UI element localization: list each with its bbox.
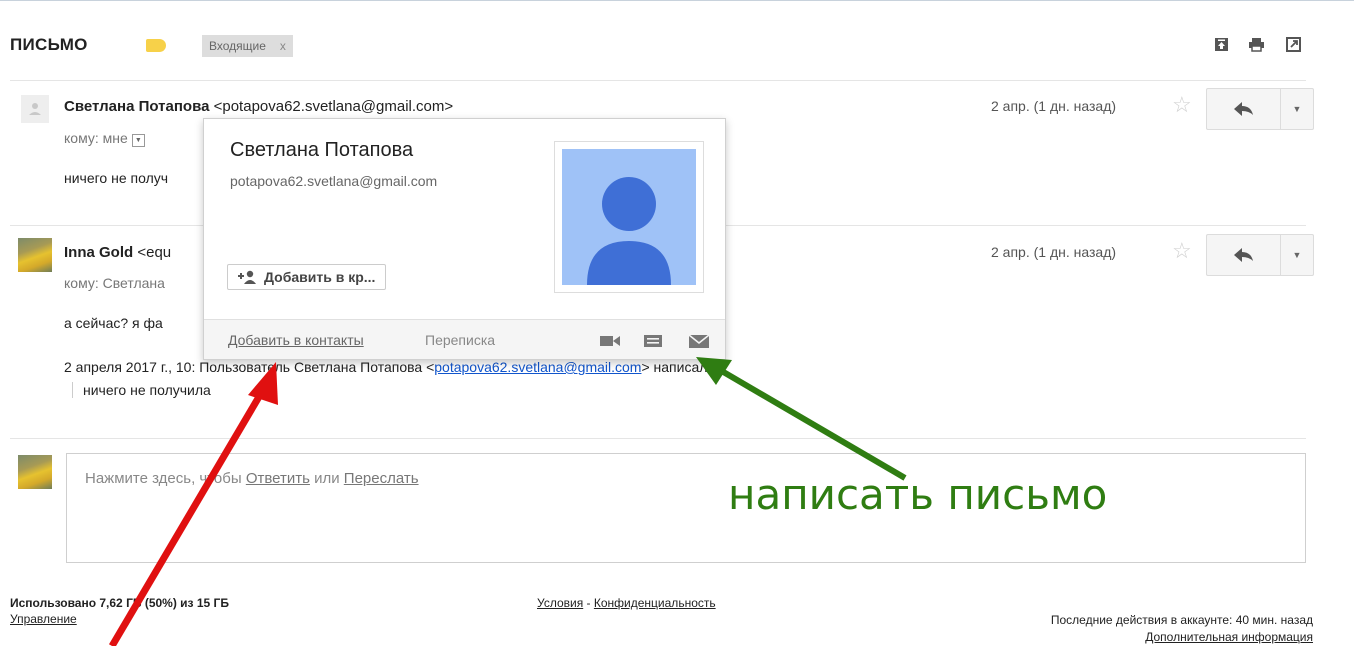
add-to-circles-label: Добавить в кр...	[264, 269, 376, 285]
email-subject: ПИСЬМО	[10, 35, 88, 54]
quote-header-post: > написал:	[641, 359, 712, 375]
email-icon[interactable]	[688, 333, 710, 349]
details-link[interactable]: Дополнительная информация	[1145, 630, 1313, 644]
footer-dash: -	[583, 596, 594, 610]
quote-header: 2 апреля 2017 г., 10: Пользователь Светл…	[64, 359, 711, 375]
contact-card: Светлана Потапова potapova62.svetlana@gm…	[203, 118, 726, 360]
conversation-link[interactable]: Переписка	[425, 332, 495, 348]
contact-name: Светлана Потапова	[230, 139, 414, 161]
person-silhouette-icon	[587, 177, 671, 285]
sender-photo[interactable]	[18, 238, 52, 272]
more-actions-button[interactable]: ▼	[1281, 89, 1313, 129]
add-to-contacts-link[interactable]: Добавить в контакты	[228, 332, 364, 348]
reply-button[interactable]	[1207, 89, 1281, 129]
sender-avatar[interactable]	[21, 95, 49, 123]
inbox-label-chip[interactable]: Входящие x	[202, 35, 293, 57]
contact-email: potapova62.svetlana@gmail.com	[230, 173, 438, 189]
add-person-icon	[238, 270, 256, 284]
remove-label-button[interactable]: x	[280, 39, 286, 53]
reply-icon	[1233, 102, 1253, 116]
message2-reply-group: ▼	[1206, 234, 1314, 276]
message2-sender-email: <equ	[137, 244, 172, 261]
message1-recipients[interactable]: кому: мне ▼	[64, 130, 145, 147]
inbox-label-text: Входящие	[209, 39, 266, 53]
last-activity: Последние действия в аккаунте: 40 мин. н…	[1050, 613, 1313, 627]
label-tag-icon[interactable]	[146, 39, 166, 52]
privacy-link[interactable]: Конфиденциальность	[594, 596, 716, 610]
quoted-text: ничего не получила	[72, 382, 211, 398]
archive-icon[interactable]	[1214, 37, 1229, 52]
print-icon[interactable]	[1249, 37, 1264, 52]
message2-date: 2 апр. (1 дн. назад)	[991, 244, 1117, 260]
message2-body: а сейчас? я фа	[64, 315, 163, 331]
contact-card-footer: Добавить в контакты Переписка	[204, 319, 725, 359]
manage-storage-link[interactable]: Управление	[10, 612, 77, 626]
more-actions-button[interactable]: ▼	[1281, 235, 1313, 275]
star-icon[interactable]: ☆	[1172, 92, 1192, 118]
quote-header-pre: 2 апреля 2017 г., 10: Пользователь Светл…	[64, 359, 435, 375]
message1-body: ничего не получ	[64, 170, 169, 186]
reply-icon	[1233, 248, 1253, 262]
reply-prompt-prefix: Нажмите здесь, чтобы	[85, 470, 246, 487]
message2-recipients[interactable]: кому: Светлана	[64, 275, 165, 291]
top-border	[0, 0, 1354, 1]
header-divider	[10, 80, 1306, 81]
new-window-icon[interactable]	[1286, 37, 1301, 52]
message1-sender[interactable]: Светлана Потапова <potapova62.svetlana@g…	[64, 98, 453, 115]
message-divider	[10, 438, 1306, 439]
message1-date: 2 апр. (1 дн. назад)	[991, 98, 1117, 114]
message1-sender-name: Светлана Потапова	[64, 98, 210, 115]
reply-prompt-or: или	[309, 470, 344, 487]
contact-photo	[554, 141, 704, 293]
terms-link[interactable]: Условия	[537, 596, 583, 610]
reply-button[interactable]	[1207, 235, 1281, 275]
annotation-label: написать письмо	[728, 470, 1108, 519]
storage-usage: Использовано 7,62 ГБ (50%) из 15 ГБ	[10, 596, 229, 610]
manage-storage-text: Управление	[10, 612, 77, 626]
message2-sender[interactable]: Inna Gold <equ	[64, 244, 171, 261]
message2-sender-name: Inna Gold	[64, 244, 134, 261]
reply-box-prompt: Нажмите здесь, чтобы Ответить или Пересл…	[85, 470, 419, 487]
message1-to: кому: мне	[64, 130, 128, 146]
message1-reply-group: ▼	[1206, 88, 1314, 130]
default-avatar-icon	[29, 103, 41, 115]
details-dropdown-icon[interactable]: ▼	[131, 134, 145, 147]
details-link-text: Дополнительная информация	[1145, 630, 1313, 644]
reply-box[interactable]: Нажмите здесь, чтобы Ответить или Пересл…	[66, 453, 1306, 563]
forward-link[interactable]: Переслать	[344, 470, 419, 487]
chat-icon[interactable]	[642, 333, 664, 349]
user-photo	[18, 455, 52, 489]
video-call-icon[interactable]	[599, 333, 621, 349]
star-icon[interactable]: ☆	[1172, 238, 1192, 264]
reply-link[interactable]: Ответить	[246, 470, 310, 487]
quote-email-link[interactable]: potapova62.svetlana@gmail.com	[434, 359, 641, 375]
footer-links: Условия - Конфиденциальность	[537, 596, 716, 610]
message1-sender-email: <potapova62.svetlana@gmail.com>	[213, 98, 454, 115]
add-to-circles-button[interactable]: Добавить в кр...	[227, 264, 387, 290]
